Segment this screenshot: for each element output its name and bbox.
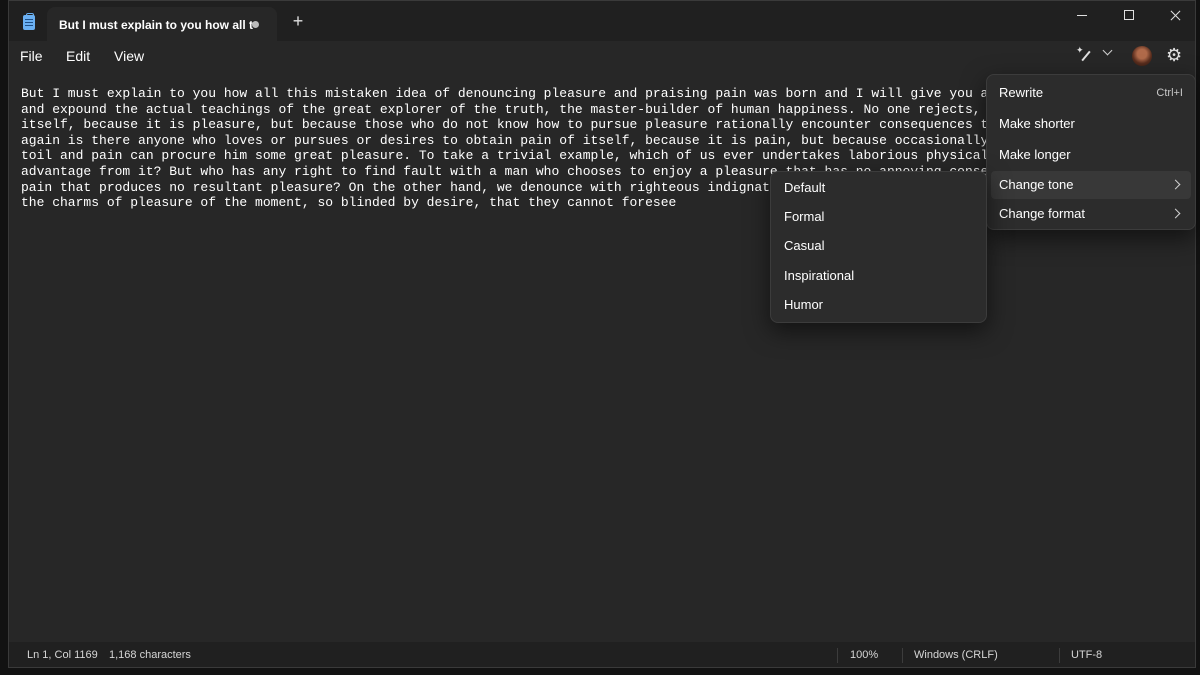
editor-line: and expound the actual teachings of the …: [21, 101, 1028, 117]
menu-edit[interactable]: Edit: [66, 48, 90, 64]
rewrite-menu: Rewrite Ctrl+I Make shorter Make longer …: [986, 74, 1196, 230]
tone-submenu: Default Formal Casual Inspirational Humo…: [770, 171, 987, 323]
editor-line: But I must explain to you how all this m…: [21, 86, 1028, 101]
menu-bar: File Edit View ⚙: [9, 41, 1195, 73]
avatar[interactable]: [1132, 46, 1152, 66]
tone-item-label: Humor: [784, 297, 824, 312]
gear-icon[interactable]: ⚙: [1166, 43, 1182, 67]
chevron-down-icon[interactable]: [1102, 45, 1113, 56]
menu-item-label: Make shorter: [999, 116, 1075, 131]
menu-item-change-tone[interactable]: Change tone: [991, 171, 1191, 199]
menu-item-label: Make longer: [999, 147, 1071, 162]
menu-item-label: Change tone: [999, 177, 1074, 192]
tone-item-inspirational[interactable]: Inspirational: [775, 262, 982, 290]
status-divider: [837, 648, 838, 663]
tab-document[interactable]: But I must explain to you how all t: [47, 7, 277, 41]
tone-item-humor[interactable]: Humor: [775, 291, 982, 319]
tone-item-label: Casual: [784, 238, 825, 253]
line-ending[interactable]: Windows (CRLF): [914, 649, 998, 661]
title-bar: But I must explain to you how all t +: [9, 1, 1195, 41]
notepad-icon: [23, 13, 35, 30]
menu-item-make-shorter[interactable]: Make shorter: [991, 110, 1191, 138]
tone-item-label: Inspirational: [784, 268, 855, 283]
rewrite-pen-icon[interactable]: [1076, 45, 1097, 65]
chevron-right-icon: [1170, 208, 1181, 219]
tone-item-casual[interactable]: Casual: [775, 232, 982, 260]
minimize-button[interactable]: [1059, 1, 1105, 31]
tab-title: But I must explain to you how all t: [59, 18, 254, 32]
editor-line: again is there anyone who loves or pursu…: [21, 132, 1028, 148]
zoom-level[interactable]: 100%: [850, 649, 878, 661]
editor-line: pain that produces no resultant pleasure…: [21, 179, 794, 195]
close-button[interactable]: [1152, 1, 1195, 31]
menu-item-label: Change format: [999, 206, 1085, 221]
unsaved-dot-icon[interactable]: [252, 21, 259, 28]
new-tab-button[interactable]: +: [289, 11, 307, 31]
editor-line: toil and pain can procure him some great…: [21, 148, 1028, 164]
maximize-button[interactable]: [1106, 1, 1152, 31]
status-divider: [902, 648, 903, 663]
menu-view[interactable]: View: [114, 48, 144, 64]
character-count: 1,168 characters: [109, 649, 191, 661]
menu-item-rewrite[interactable]: Rewrite Ctrl+I: [991, 79, 1191, 107]
encoding[interactable]: UTF-8: [1071, 649, 1102, 661]
editor-line: the charms of pleasure of the moment, so…: [21, 195, 677, 211]
status-divider: [1059, 648, 1060, 663]
menu-item-change-format[interactable]: Change format: [991, 200, 1191, 228]
menu-item-make-longer[interactable]: Make longer: [991, 141, 1191, 169]
editor-line: itself, because it is pleasure, but beca…: [21, 117, 1028, 133]
cursor-position[interactable]: Ln 1, Col 1169: [27, 649, 98, 661]
menu-file[interactable]: File: [20, 48, 43, 64]
status-bar: Ln 1, Col 1169 1,168 characters 100% Win…: [9, 642, 1195, 667]
tone-item-default[interactable]: Default: [775, 174, 982, 202]
chevron-right-icon: [1170, 179, 1181, 190]
tone-item-label: Default: [784, 180, 826, 195]
tone-item-formal[interactable]: Formal: [775, 203, 982, 231]
menu-item-label: Rewrite: [999, 85, 1044, 100]
tone-item-label: Formal: [784, 209, 825, 224]
shortcut-label: Ctrl+I: [1156, 87, 1183, 99]
